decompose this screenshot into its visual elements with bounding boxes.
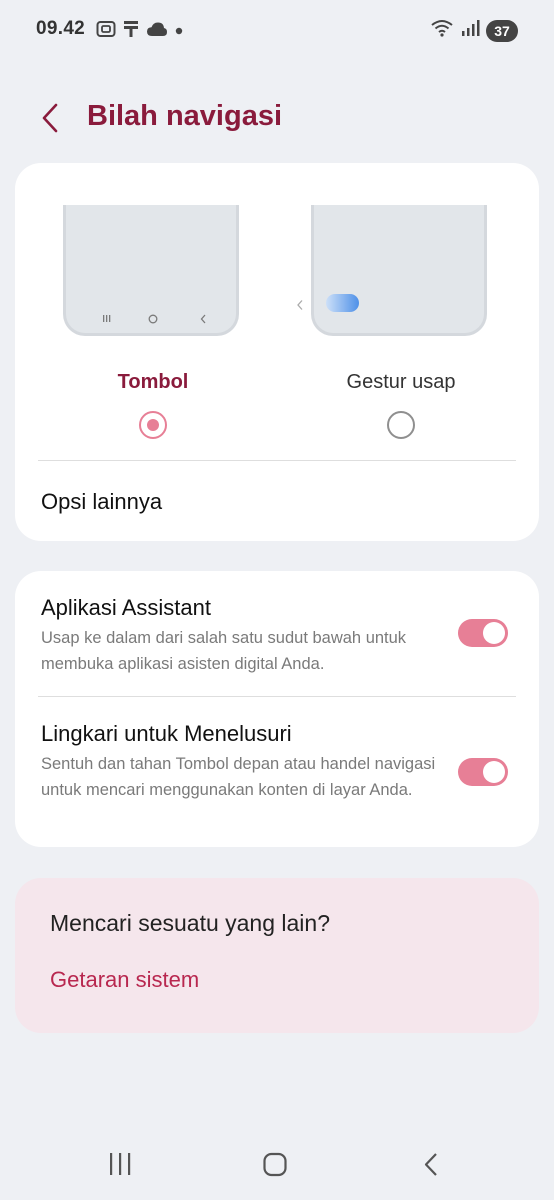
battery-icon: 37	[486, 19, 518, 42]
radio-selected-dot	[146, 418, 159, 431]
status-icons-left	[96, 20, 184, 43]
chevron-left-icon	[36, 103, 66, 142]
home-icon	[255, 1152, 295, 1184]
system-vibration-link[interactable]: Getaran sistem	[50, 967, 199, 993]
toggle-row-circle-to-search[interactable]: Lingkari untuk Menelusuri Sentuh dan tah…	[15, 697, 539, 847]
recent-apps-button[interactable]	[100, 1150, 140, 1180]
more-options-label: Opsi lainnya	[41, 489, 163, 514]
download-icon	[122, 20, 140, 43]
status-time: 09.42	[36, 18, 86, 39]
radio-gestures[interactable]	[387, 411, 415, 439]
page-title: Bilah navigasi	[87, 100, 283, 132]
option-label-buttons: Tombol	[117, 371, 189, 393]
navigation-type-card: Tombol Gestur usap Opsi lainnya	[15, 163, 539, 541]
more-options-item[interactable]: Opsi lainnya	[15, 461, 539, 541]
cloud-icon	[146, 21, 168, 42]
toggle-description: Usap ke dalam dari salah satu sudut bawa…	[41, 629, 407, 673]
system-navigation-bar	[0, 1140, 554, 1190]
suggestions-title: Mencari sesuatu yang lain?	[50, 910, 330, 936]
toggle-description: Sentuh dan tahan Tombol depan atau hande…	[41, 755, 436, 799]
circle-to-search-toggle-switch[interactable]	[458, 758, 508, 786]
option-label-gestures: Gestur usap	[346, 371, 456, 393]
home-button[interactable]	[255, 1150, 295, 1180]
switch-knob	[483, 761, 505, 783]
recent-apps-icon	[100, 1153, 140, 1184]
gesture-chevron-icon	[295, 298, 305, 316]
wifi-icon	[430, 18, 454, 43]
toggle-row-assistant[interactable]: Aplikasi Assistant Usap ke dalam dari sa…	[15, 571, 539, 696]
toggle-title: Lingkari untuk Menelusuri	[41, 721, 292, 746]
screenshot-icon	[96, 20, 116, 43]
signal-icon	[460, 19, 480, 42]
back-icon	[412, 1153, 452, 1184]
toggle-title: Aplikasi Assistant	[41, 595, 211, 620]
app-bar: Bilah navigasi	[0, 90, 554, 146]
dot-icon	[174, 23, 184, 41]
back-button[interactable]	[36, 98, 66, 138]
buttons-preview[interactable]	[63, 205, 239, 336]
switch-knob	[483, 622, 505, 644]
suggestions-card: Mencari sesuatu yang lain? Getaran siste…	[15, 878, 539, 1033]
radio-buttons[interactable]	[139, 411, 167, 439]
back-nav-button[interactable]	[412, 1150, 452, 1180]
gesture-preview[interactable]	[311, 205, 487, 336]
assist-toggles-card: Aplikasi Assistant Usap ke dalam dari sa…	[15, 571, 539, 847]
status-icons-right: 37	[430, 18, 518, 43]
status-bar: 09.42 37	[0, 0, 554, 62]
assistant-toggle-switch[interactable]	[458, 619, 508, 647]
